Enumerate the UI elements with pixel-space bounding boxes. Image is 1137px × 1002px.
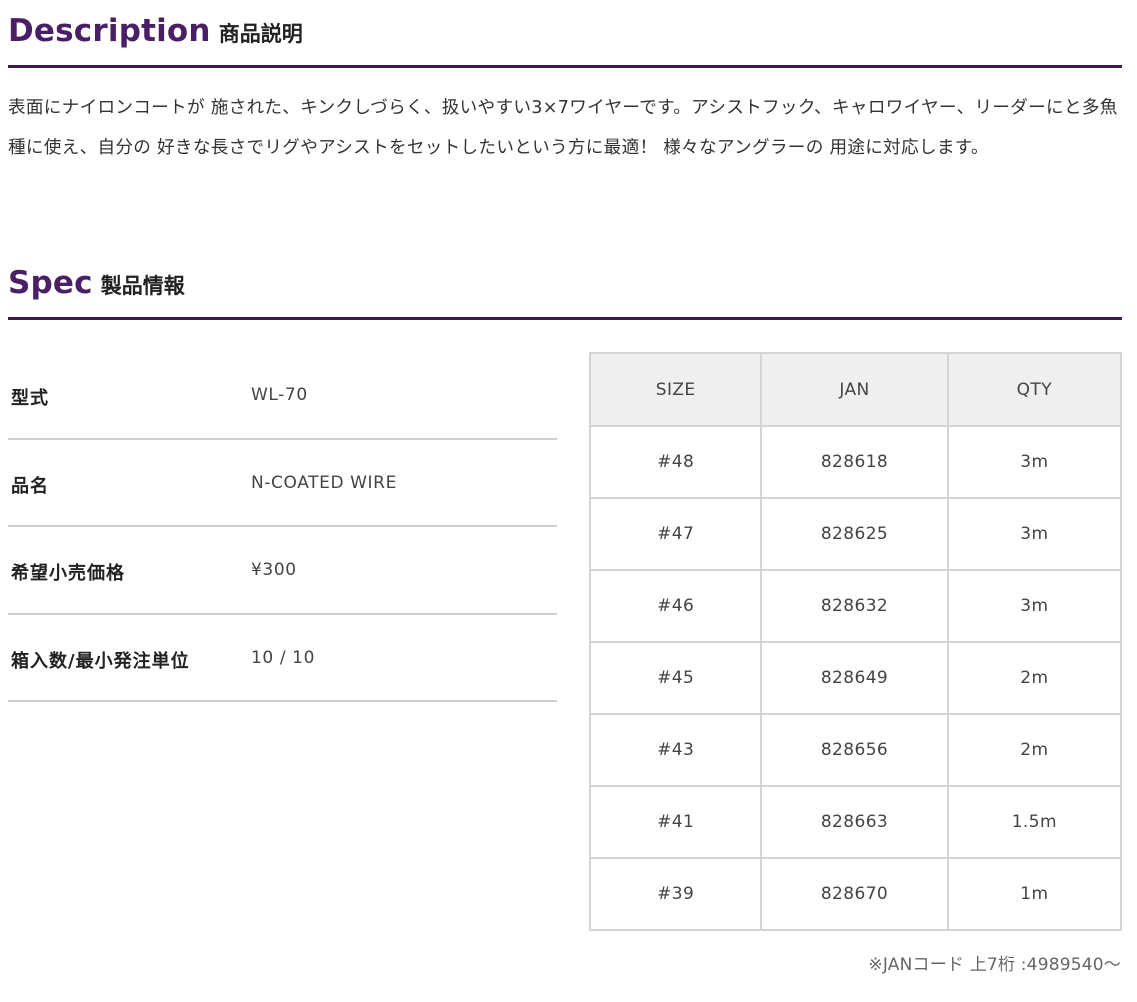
qty-cell: 3m — [946, 569, 1123, 643]
table-row: #48 828618 3m — [588, 425, 1123, 499]
size-cell: #48 — [588, 425, 763, 499]
qty-cell: 1m — [946, 857, 1123, 931]
table-header-row: SIZE JAN QTY — [588, 352, 1123, 427]
size-cell: #43 — [588, 713, 763, 787]
jan-cell: 828632 — [760, 569, 949, 643]
description-subtitle: 商品説明 — [218, 22, 303, 46]
qty-cell: 2m — [946, 713, 1123, 787]
size-table: SIZE JAN QTY #48 828618 3m #47 828625 3m… — [588, 352, 1123, 931]
spec-row-price: 希望小売価格 ¥300 — [8, 527, 557, 615]
jan-cell: 828656 — [760, 713, 949, 787]
table-row: #46 828632 3m — [588, 569, 1123, 643]
spec-value: ¥300 — [251, 560, 297, 580]
spec-section-header: Spec 製品情報 — [8, 258, 1122, 320]
column-header-size: SIZE — [588, 352, 763, 427]
table-row: #41 828663 1.5m — [588, 785, 1123, 859]
size-cell: #39 — [588, 857, 763, 931]
table-row: #47 828625 3m — [588, 497, 1123, 571]
spec-row-product-name: 品名 N-COATED WIRE — [8, 440, 557, 527]
table-row: #45 828649 2m — [588, 641, 1123, 715]
spec-row-model: 型式 WL-70 — [8, 352, 557, 440]
table-row: #43 828656 2m — [588, 713, 1123, 787]
jan-cell: 828618 — [760, 425, 949, 499]
jan-cell: 828663 — [760, 785, 949, 859]
spec-label: 型式 — [11, 388, 49, 409]
jan-cell: 828625 — [760, 497, 949, 571]
spec-title: Spec — [8, 265, 93, 301]
spec-list: 型式 WL-70 品名 N-COATED WIRE 希望小売価格 ¥300 箱入… — [8, 352, 557, 702]
qty-cell: 3m — [946, 425, 1123, 499]
spec-label: 箱入数/最小発注単位 — [11, 650, 190, 672]
size-cell: #46 — [588, 569, 763, 643]
size-cell: #41 — [588, 785, 763, 859]
description-text: 表面にナイロンコートが 施された、キンクしづらく、扱いやすい3×7ワイヤーです。… — [8, 98, 1118, 158]
qty-cell: 3m — [946, 497, 1123, 571]
spec-value: N-COATED WIRE — [251, 472, 397, 493]
spec-row-quantity: 箱入数/最小発注単位 10 / 10 — [8, 615, 557, 702]
jan-cell: 828649 — [760, 641, 949, 715]
column-header-qty: QTY — [946, 352, 1123, 427]
spec-label: 希望小売価格 — [11, 563, 125, 584]
spec-subtitle: 製品情報 — [100, 274, 185, 298]
column-header-jan: JAN — [760, 352, 949, 427]
spec-value: WL-70 — [251, 385, 308, 405]
size-cell: #45 — [588, 641, 763, 715]
description-section-header: Description 商品説明 — [8, 6, 1122, 68]
table-row: #39 828670 1m — [588, 857, 1123, 931]
description-title: Description — [8, 13, 211, 49]
spec-label: 品名 — [11, 475, 49, 497]
qty-cell: 1.5m — [946, 785, 1123, 859]
jan-cell: 828670 — [760, 857, 949, 931]
spec-value: 10 / 10 — [251, 647, 315, 668]
size-cell: #47 — [588, 497, 763, 571]
qty-cell: 2m — [946, 641, 1123, 715]
jan-code-footnote: ※JANコード 上7桁 :4989540〜 — [868, 955, 1121, 975]
